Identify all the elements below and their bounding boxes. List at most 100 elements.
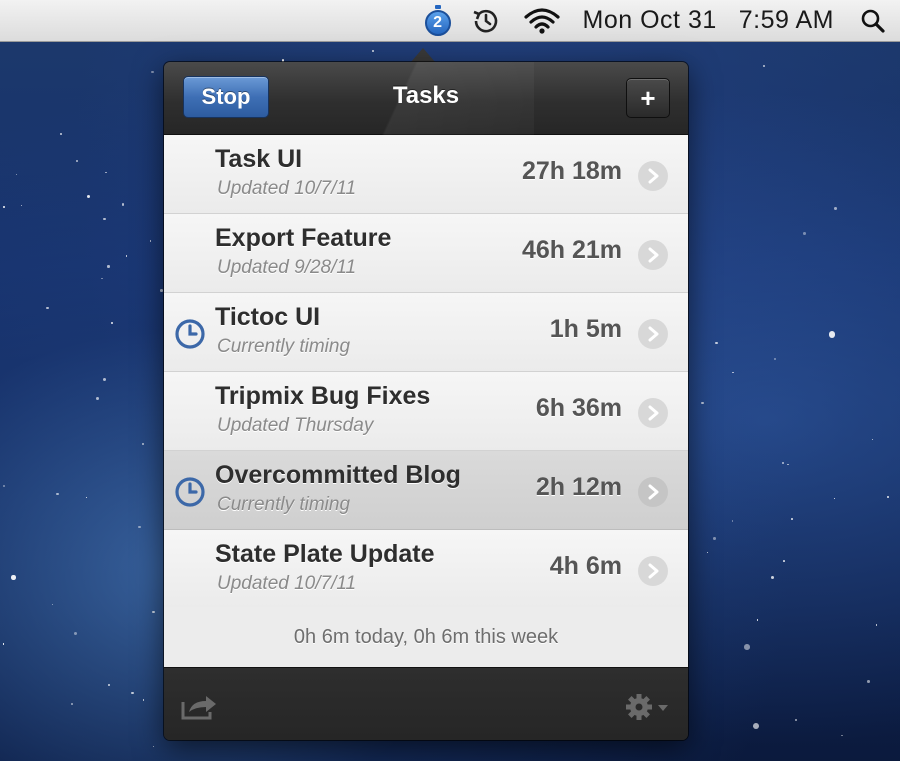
star [871,439,873,441]
star [701,401,704,405]
star [107,265,110,268]
task-status: Updated 10/7/11 [217,573,357,594]
star [86,195,90,199]
star [102,378,106,382]
star [731,371,734,374]
star [16,174,18,176]
star [752,723,759,729]
menu-bar: 2 Mon Oct 31 7:59 AM [0,0,900,42]
star [706,551,709,554]
star [59,132,62,136]
star [71,703,74,706]
task-name: Tictoc UI [215,303,321,331]
tictoc-menu-extra[interactable]: 2 [424,0,471,42]
tictoc-badge-icon[interactable]: 2 [424,4,451,36]
star [794,718,797,722]
star [121,203,125,206]
star [151,70,154,74]
star [51,603,54,606]
disclosure-chevron-icon[interactable] [638,240,668,270]
timing-clock-icon [175,477,205,507]
disclosure-chevron-icon[interactable] [638,161,668,191]
clock-day-date: Mon Oct 31 [582,6,717,34]
star [103,217,106,220]
task-row[interactable]: State Plate Update Updated 10/7/11 4h 6m [164,530,688,609]
task-name: Export Feature [215,224,392,252]
star [715,342,718,345]
task-name: Task UI [215,145,303,173]
star [803,232,806,236]
star [744,644,750,650]
star [783,560,786,563]
wifi-icon[interactable] [523,0,561,42]
task-duration: 2h 12m [535,473,622,501]
star [787,463,789,465]
task-duration: 1h 5m [549,315,622,343]
task-name: State Plate Update [215,540,435,568]
task-row[interactable]: Task UI Updated 10/7/11 27h 18m [164,135,688,214]
star [105,171,107,173]
task-row[interactable]: Tictoc UI Currently timing 1h 5m [164,293,688,372]
task-status: Currently timing [217,336,351,357]
star [107,684,110,686]
star [141,443,145,446]
task-row[interactable]: Tripmix Bug Fixes Updated Thursday 6h 36m [164,372,688,451]
task-duration: 46h 21m [521,236,622,264]
tasks-popover: Stop Tasks + Task UI Updated 10/7/11 27h 1… [164,62,688,740]
star [713,537,716,540]
task-status: Updated 10/7/11 [217,178,357,199]
star [85,497,87,499]
star [100,277,103,280]
popover-header: Stop Tasks + [164,62,688,135]
task-duration: 4h 6m [549,552,622,580]
star [867,680,871,683]
star [886,496,890,499]
star [56,492,59,496]
share-icon[interactable] [180,692,220,722]
star [138,525,141,529]
star [11,575,16,580]
star [3,485,6,488]
star [46,306,49,310]
star [76,160,79,163]
star [833,497,836,500]
task-status: Updated 9/28/11 [217,257,357,278]
disclosure-chevron-icon[interactable] [638,556,668,586]
spotlight-search-icon[interactable] [860,0,886,42]
task-name: Overcommitted Blog [215,461,461,489]
star [757,619,759,621]
timing-clock-icon [175,319,205,349]
star [770,576,774,580]
task-row[interactable]: Export Feature Updated 9/28/11 46h 21m [164,214,688,293]
task-list: Task UI Updated 10/7/11 27h 18m Export Feat… [164,135,688,609]
star [142,699,145,701]
chevron-down-icon [658,705,668,711]
clock-menu-extra[interactable]: Mon Oct 31 7:59 AM [583,0,834,42]
star [3,205,6,209]
star [371,50,374,53]
task-row[interactable]: Overcommitted Blog Currently timing 2h 12m [164,451,688,530]
star [74,632,78,636]
star [152,745,155,748]
gear-icon[interactable] [624,692,674,722]
star [833,206,837,210]
star [828,331,835,338]
time-machine-icon[interactable] [471,0,501,42]
popover-footer [164,667,688,740]
star [781,462,784,465]
popover-title: Tasks [392,82,460,109]
clock-time: 7:59 AM [738,6,834,34]
star [125,255,127,257]
star [20,205,22,207]
star [152,610,156,614]
star [731,520,733,522]
add-task-button[interactable]: + [626,78,670,118]
time-summary: 0h 6m today, 0h 6m this week [164,607,688,667]
star [149,240,152,242]
star [131,691,134,695]
disclosure-chevron-icon[interactable] [638,477,668,507]
disclosure-chevron-icon[interactable] [638,398,668,428]
task-status: Currently timing [217,494,351,515]
popover-arrow [411,48,435,62]
disclosure-chevron-icon[interactable] [638,319,668,349]
